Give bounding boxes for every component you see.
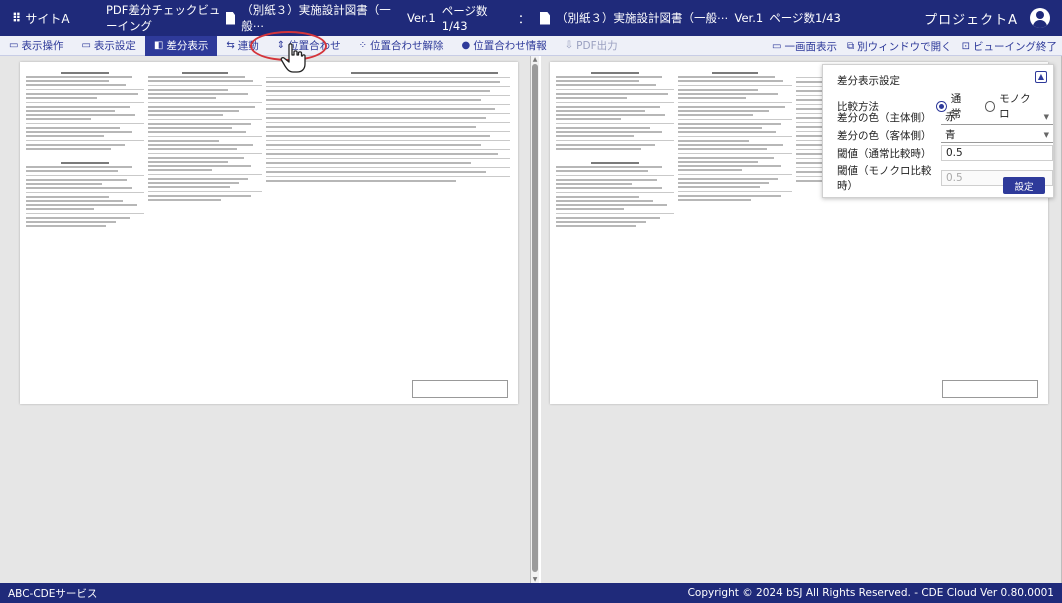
- main-color-select[interactable]: 赤 ▼: [941, 109, 1053, 125]
- pdf-export-label: PDF出力: [576, 40, 618, 52]
- threshold-normal-row: 閾値（通常比較時） 0.5: [837, 145, 1053, 161]
- left-document-pages: ページ数1/43: [441, 4, 488, 33]
- toolbar-right-group: ▭ 一画面表示 ⧉ 別ウィンドウで開く ⊡ ビューイング終了: [767, 36, 1062, 56]
- diff-settings-popup: 差分表示設定 ▲ 比較方法 通常 モノクロ 差分の色（主体側） 赤 ▼ 差分の色…: [822, 64, 1054, 198]
- left-document-viewer[interactable]: [0, 56, 531, 583]
- panel-icon: ▭: [772, 40, 782, 52]
- left-document-name: （別紙３）実施設計図書（一般⋯: [241, 3, 391, 33]
- threshold-normal-label: 閾値（通常比較時）: [837, 147, 932, 160]
- align-info-label: 位置合わせ情報: [473, 40, 547, 52]
- other-color-row: 差分の色（客体側） 青 ▼: [837, 127, 1053, 143]
- left-pdf-page: [20, 62, 518, 404]
- site-selector[interactable]: ⠿ サイトA: [0, 10, 106, 27]
- panel-icon: ▭: [9, 40, 19, 51]
- right-document-info: （別紙３）実施設計図書（一般⋯ Ver.1 ページ数1/43: [540, 10, 841, 26]
- apps-grid-icon: ⠿: [12, 11, 22, 25]
- align-label: 位置合わせ: [288, 40, 341, 52]
- sync-icon: ⇆: [226, 40, 235, 51]
- new-window-icon: ⧉: [846, 40, 855, 52]
- display-settings-button[interactable]: ▭ 表示設定: [72, 36, 144, 56]
- project-name: プロジェクトA: [924, 12, 1018, 28]
- end-viewing-button[interactable]: ⊡ ビューイング終了: [957, 36, 1062, 56]
- document-separator: ：: [517, 11, 530, 26]
- display-operation-label: 表示操作: [21, 40, 64, 52]
- align-release-button[interactable]: ⁘ 位置合わせ解除: [350, 36, 453, 56]
- download-icon: ⇩: [564, 40, 574, 51]
- app-title: PDF差分チェックビューイング: [106, 3, 221, 33]
- left-document-info: （別紙３）実施設計図書（一般⋯ Ver.1 ページ数1/43: [226, 2, 508, 34]
- copyright-text: Copyright © 2024 bSJ All Rights Reserved…: [687, 587, 1054, 599]
- left-document-version: Ver.1: [407, 11, 436, 25]
- page-column: [26, 70, 144, 229]
- align-info-button[interactable]: ● 位置合わせ情報: [453, 36, 556, 56]
- main-color-label: 差分の色（主体側）: [837, 111, 932, 124]
- viewer-toolbar: ▭ 表示操作 ▭ 表示設定 ◧ 差分表示 ⇆ 連動 ⇕ 位置合わせ ⁘ 位置合わせ解除 ● 位…: [0, 35, 1062, 56]
- pdf-export-button[interactable]: ⇩ PDF出力: [556, 36, 627, 56]
- align-icon: ⇕: [276, 40, 286, 51]
- apply-settings-button[interactable]: 設定: [1003, 177, 1045, 194]
- align-release-label: 位置合わせ解除: [370, 40, 444, 52]
- info-icon: ●: [461, 40, 471, 51]
- app-header: ⠿ サイトA PDF差分チェックビューイング （別紙３）実施設計図書（一般⋯ V…: [0, 0, 1062, 36]
- other-color-select[interactable]: 青 ▼: [941, 127, 1053, 143]
- sync-label: 連動: [237, 40, 259, 52]
- page-column: [678, 70, 792, 203]
- title-block: [942, 380, 1038, 398]
- single-view-label: 一画面表示: [784, 40, 837, 53]
- other-color-label: 差分の色（客体側）: [837, 129, 932, 142]
- open-new-window-button[interactable]: ⧉ 別ウィンドウで開く: [842, 36, 957, 56]
- app-footer: ABC-CDEサービス Copyright © 2024 bSJ All Rig…: [0, 583, 1062, 603]
- sync-button[interactable]: ⇆ 連動: [217, 36, 267, 56]
- left-vertical-scrollbar[interactable]: ▲ ▼: [531, 56, 539, 583]
- threshold-mono-label: 閾値（モノクロ比較時）: [837, 165, 932, 192]
- other-color-value: 青: [945, 129, 956, 141]
- align-button[interactable]: ⇕ 位置合わせ: [268, 36, 350, 56]
- diff-display-button[interactable]: ◧ 差分表示: [144, 35, 218, 56]
- right-document-version: Ver.1: [734, 11, 764, 25]
- single-view-button[interactable]: ▭ 一画面表示: [767, 36, 842, 56]
- dropdown-caret-icon: ▼: [1043, 112, 1049, 121]
- scroll-up-arrow-icon[interactable]: ▲: [531, 56, 539, 63]
- document-icon: [226, 11, 236, 25]
- main-color-value: 赤: [945, 111, 956, 123]
- title-block: [412, 380, 508, 398]
- end-viewing-label: ビューイング終了: [973, 40, 1057, 53]
- exit-icon: ⊡: [961, 40, 970, 52]
- threshold-normal-input[interactable]: 0.5: [941, 145, 1053, 161]
- right-document-pages: ページ数1/43: [769, 11, 841, 25]
- page-table: [266, 70, 510, 184]
- page-column: [148, 70, 262, 203]
- diff-icon: ◧: [153, 40, 164, 51]
- panel-icon: ▭: [81, 40, 91, 51]
- main-color-row: 差分の色（主体側） 赤 ▼: [837, 109, 1053, 125]
- dropdown-caret-icon: ▼: [1043, 130, 1049, 139]
- display-settings-label: 表示設定: [93, 40, 136, 52]
- diff-settings-title: 差分表示設定: [837, 75, 900, 87]
- service-name: ABC-CDEサービス: [8, 587, 98, 600]
- site-label: サイトA: [25, 11, 70, 26]
- scroll-thumb[interactable]: [532, 64, 538, 572]
- page-column: [556, 70, 674, 229]
- display-operation-button[interactable]: ▭ 表示操作: [0, 36, 72, 56]
- user-avatar-icon[interactable]: [1030, 8, 1050, 28]
- align-release-icon: ⁘: [358, 40, 368, 51]
- open-new-window-label: 別ウィンドウで開く: [857, 40, 952, 53]
- collapse-chevron-up-icon[interactable]: ▲: [1035, 71, 1047, 83]
- diff-display-label: 差分表示: [166, 40, 209, 52]
- right-document-name: （別紙３）実施設計図書（一般⋯: [556, 11, 729, 25]
- document-icon: [540, 11, 550, 25]
- scroll-down-arrow-icon[interactable]: ▼: [531, 576, 539, 583]
